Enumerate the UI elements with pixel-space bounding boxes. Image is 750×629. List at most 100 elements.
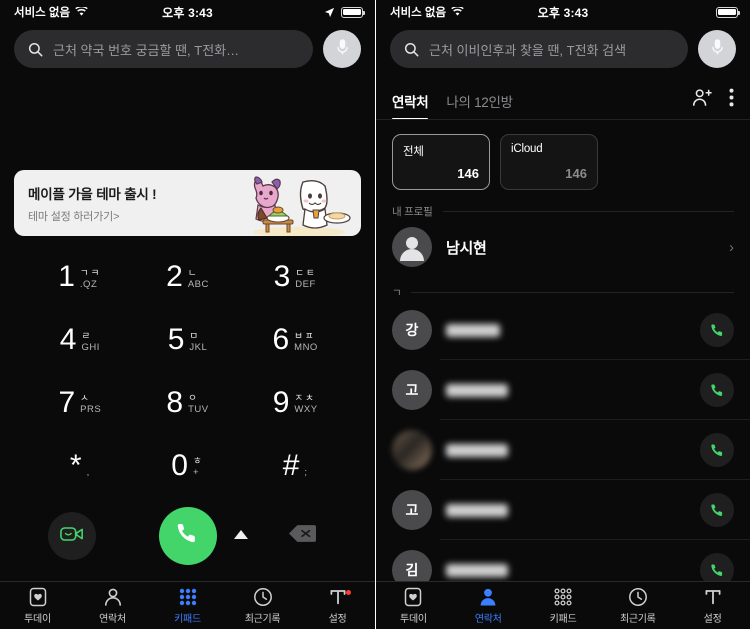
location-arrow-icon (324, 7, 335, 18)
search-input[interactable]: 근처 이비인후과 찾을 땐, T전화 검색 (390, 30, 688, 68)
battery-icon (716, 6, 741, 18)
expand-dialpad-button[interactable] (233, 527, 249, 545)
key-digit: 8 (166, 385, 184, 419)
clock-icon (253, 587, 273, 607)
account-cards: 전체 146 iCloud 146 (376, 120, 750, 190)
keypad-key-9[interactable]: 9 ㅈㅊ WXY (241, 372, 349, 435)
today-heart-icon (404, 587, 422, 607)
my-profile-section-header: 내 프로필 (376, 204, 750, 219)
keypad-key-4[interactable]: 4 ㄹ GHI (26, 309, 134, 372)
tab-today[interactable]: 투데이 (376, 582, 451, 629)
tab-today[interactable]: 투데이 (0, 582, 75, 629)
banner-text: 메이플 가을 테마 출시 ! 테마 설정 하러가기> (28, 183, 157, 224)
today-heart-icon (29, 587, 47, 607)
avatar: 강 (392, 310, 432, 351)
search-input[interactable]: 근처 약국 번호 궁금할 땐, T전화… (14, 30, 313, 68)
tab-divider (376, 119, 750, 120)
call-contact-button[interactable] (700, 433, 734, 468)
account-card-all[interactable]: 전체 146 (392, 134, 490, 190)
list-item[interactable]: 고 (376, 360, 750, 421)
key-latin: JKL (189, 341, 208, 353)
wifi-icon (75, 7, 88, 17)
avatar: 김 (392, 550, 432, 581)
promo-banner[interactable]: 메이플 가을 테마 출시 ! 테마 설정 하러가기> (14, 170, 361, 236)
tab-contacts[interactable]: 연락처 (451, 582, 526, 629)
clock-icon (628, 587, 648, 607)
video-call-button[interactable] (48, 512, 96, 560)
keypad-key-1[interactable]: 1 ㄱㅋ .QZ (26, 246, 134, 309)
tab-label: 연락처 (392, 95, 429, 110)
keypad-key-2[interactable]: 2 ㄴ ABC (134, 246, 242, 309)
triangle-up-icon (233, 527, 249, 544)
key-latin: .QZ (79, 278, 98, 290)
dual-screenshot: 서비스 없음 오후 3:43 근처 약국 번호 궁금할 땐, T전화… 메이플 … (0, 0, 750, 629)
search-row: 근처 약국 번호 궁금할 땐, T전화… (0, 24, 375, 78)
tab-contacts-list[interactable]: 연락처 (392, 91, 429, 120)
keypad-key-6[interactable]: 6 ㅂㅍ MNO (241, 309, 349, 372)
tab-my-twelve[interactable]: 나의 12인방 (446, 91, 513, 120)
key-digit: 4 (59, 323, 77, 357)
tab-settings[interactable]: 설정 (675, 582, 750, 629)
call-contact-button[interactable] (700, 553, 734, 581)
tab-label: 연락처 (474, 613, 502, 625)
phone-call-icon (174, 520, 201, 552)
tab-contacts[interactable]: 연락처 (75, 582, 150, 629)
key-latin: DEF (295, 278, 316, 290)
status-right (716, 6, 741, 18)
tab-recent[interactable]: 최근기록 (225, 582, 300, 629)
keypad-key-8[interactable]: 8 ㅇ TUV (134, 372, 242, 435)
person-avatar-icon (392, 227, 432, 268)
list-item[interactable]: 강 (376, 300, 750, 361)
search-row: 근처 이비인후과 찾을 땐, T전화 검색 (376, 24, 750, 78)
key-latin: , (86, 467, 90, 479)
list-item[interactable] (376, 420, 750, 481)
bottom-tab-bar: 투데이 연락처 키패드 최근기록 설정 (376, 581, 750, 629)
my-profile-row[interactable]: 남시현 › (376, 219, 750, 275)
call-contact-button[interactable] (700, 493, 734, 528)
call-contact-button[interactable] (700, 313, 734, 348)
bottom-tab-bar: 투데이 연락처 키패드 최근기록 설정 (0, 581, 375, 629)
key-digit: 2 (166, 260, 183, 294)
contact-list[interactable]: 강 고 고 김 (376, 300, 750, 581)
tab-label: 투데이 (400, 613, 427, 625)
battery-icon (341, 6, 366, 18)
keypad-key-star[interactable]: *, (26, 434, 134, 497)
account-card-icloud[interactable]: iCloud 146 (500, 134, 598, 190)
keypad-key-hash[interactable]: #; (241, 434, 349, 497)
section-divider (411, 292, 734, 294)
tab-keypad[interactable]: 키패드 (150, 582, 225, 629)
tab-label: 키패드 (549, 613, 577, 625)
contacts-tab-actions (692, 88, 734, 120)
tab-label: 투데이 (24, 613, 51, 625)
keypad-key-0[interactable]: 0 ㅎ + (134, 434, 242, 497)
keypad-key-7[interactable]: 7 ㅅ PRS (26, 372, 134, 435)
tab-keypad[interactable]: 키패드 (526, 582, 601, 629)
tab-label: 키패드 (174, 613, 201, 625)
call-button[interactable] (158, 507, 217, 565)
tab-recent[interactable]: 최근기록 (600, 582, 675, 629)
banner-subtitle: 테마 설정 하러가기> (28, 210, 120, 223)
key-digit: * (69, 448, 82, 482)
dial-actions (0, 497, 375, 581)
overflow-menu-icon[interactable] (729, 88, 734, 112)
voice-search-button[interactable] (698, 30, 736, 68)
tab-label: 설정 (328, 613, 347, 625)
call-contact-button[interactable] (700, 373, 734, 408)
list-item[interactable]: 고 (376, 480, 750, 541)
add-person-icon[interactable] (692, 88, 713, 112)
backspace-button[interactable] (288, 524, 316, 548)
tab-label: 설정 (703, 613, 722, 625)
voice-search-button[interactable] (323, 30, 361, 68)
search-placeholder: 근처 이비인후과 찾을 땐, T전화 검색 (429, 42, 627, 58)
tab-settings[interactable]: 설정 (300, 582, 375, 629)
key-digit: 7 (58, 385, 76, 419)
key-latin: ; (304, 467, 308, 479)
key-digit: # (282, 448, 300, 482)
keypad-key-3[interactable]: 3 ㄷㅌ DEF (241, 246, 349, 309)
list-item[interactable]: 김 (376, 540, 750, 581)
key-digit: 1 (58, 260, 75, 294)
video-call-icon (60, 525, 84, 548)
key-digit: 5 (167, 323, 185, 357)
keypad-key-5[interactable]: 5 ㅁ JKL (134, 309, 242, 372)
key-jamo: ㅁ (189, 330, 201, 342)
